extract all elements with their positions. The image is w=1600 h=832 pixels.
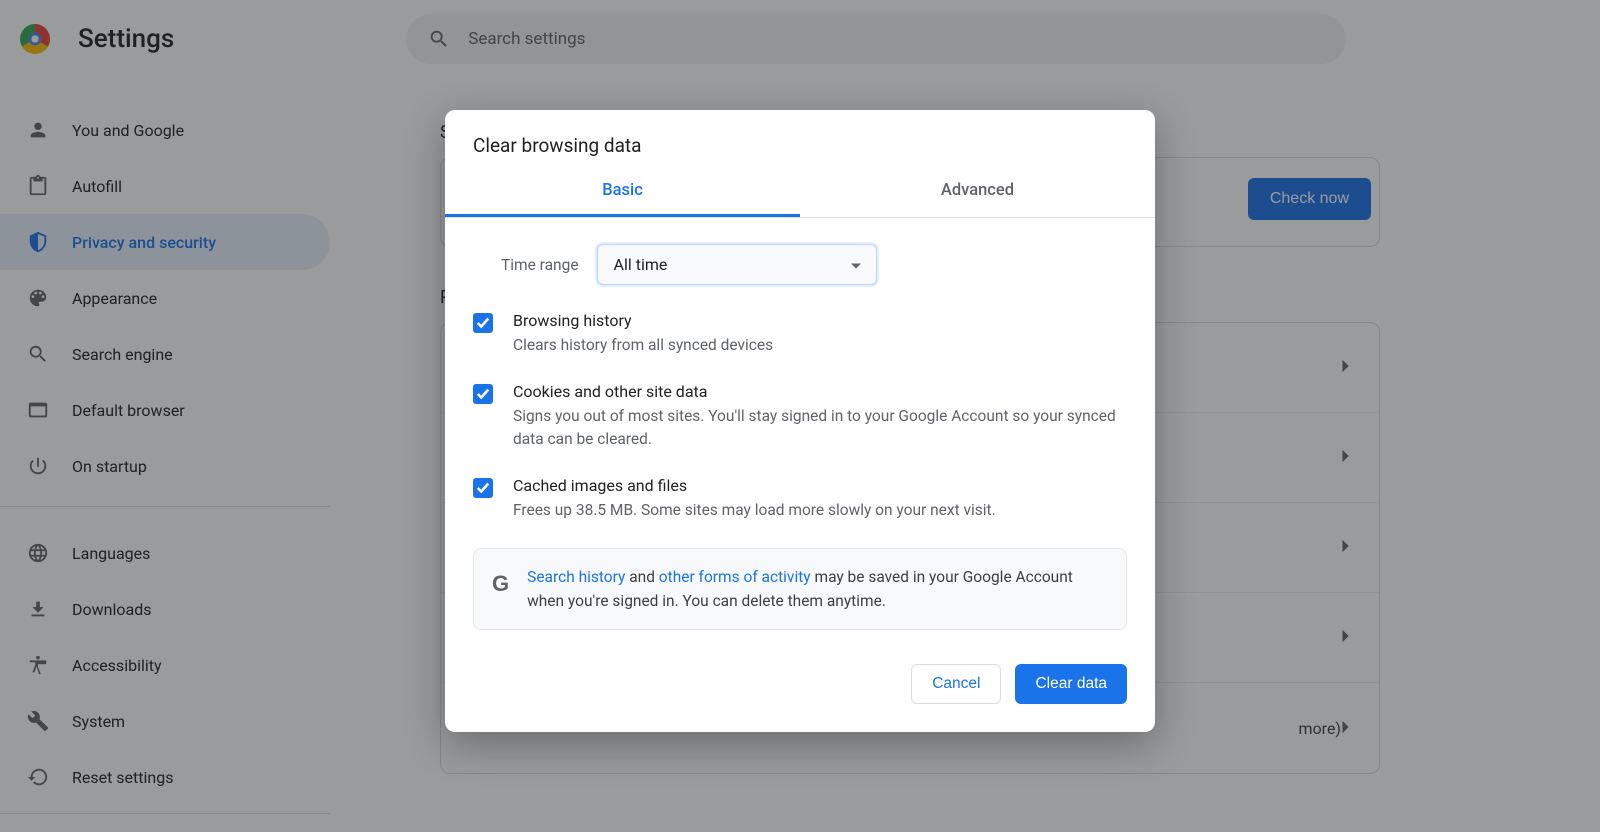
google-g-icon: G <box>492 565 509 613</box>
checkbox-title: Cached images and files <box>513 476 996 495</box>
account-notice: G Search history and other forms of acti… <box>473 548 1127 630</box>
clear-browsing-data-dialog: Clear browsing data Basic Advanced Time … <box>445 110 1155 732</box>
checkbox-desc: Frees up 38.5 MB. Some sites may load mo… <box>513 499 996 521</box>
tab-advanced[interactable]: Advanced <box>800 165 1155 217</box>
checkbox-cache[interactable] <box>473 478 493 498</box>
checkbox-cookies[interactable] <box>473 384 493 404</box>
time-range-select[interactable]: All time <box>597 244 877 285</box>
tab-basic[interactable]: Basic <box>445 165 800 217</box>
checkbox-title: Browsing history <box>513 311 773 330</box>
checkbox-desc: Signs you out of most sites. You'll stay… <box>513 405 1127 450</box>
cancel-button[interactable]: Cancel <box>911 664 1001 704</box>
notice-text: Search history and other forms of activi… <box>527 565 1108 613</box>
checkbox-desc: Clears history from all synced devices <box>513 334 773 356</box>
time-range-label: Time range <box>501 256 579 274</box>
search-history-link[interactable]: Search history <box>527 568 625 586</box>
other-activity-link[interactable]: other forms of activity <box>659 568 811 586</box>
time-range-value: All time <box>614 255 668 274</box>
checkbox-browsing-history[interactable] <box>473 313 493 333</box>
dialog-title: Clear browsing data <box>445 110 1155 165</box>
modal-overlay: Clear browsing data Basic Advanced Time … <box>0 0 1600 832</box>
caret-down-icon <box>850 255 862 274</box>
checkbox-title: Cookies and other site data <box>513 382 1127 401</box>
dialog-tabs: Basic Advanced <box>445 165 1155 218</box>
clear-data-button[interactable]: Clear data <box>1015 664 1127 704</box>
